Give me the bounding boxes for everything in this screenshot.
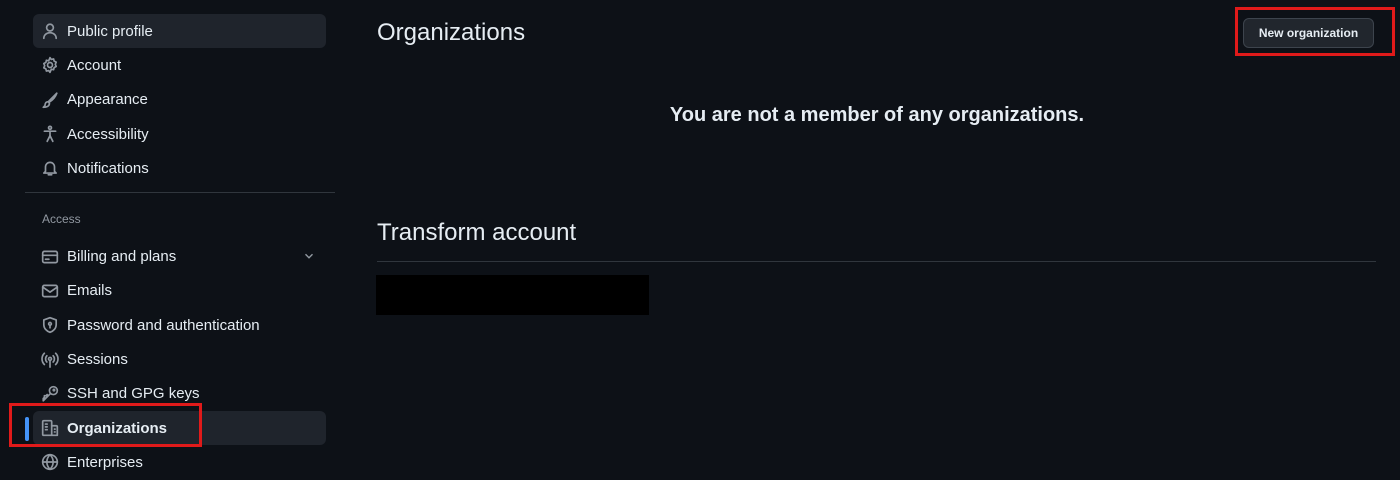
mail-icon — [41, 282, 59, 300]
sidebar-item-label: Billing and plans — [67, 248, 177, 266]
sidebar-item-emails[interactable]: Emails — [33, 274, 326, 308]
sidebar-item-accessibility[interactable]: Accessibility — [33, 117, 326, 151]
sidebar-item-billing[interactable]: Billing and plans — [33, 239, 326, 273]
paintbrush-icon — [41, 91, 59, 109]
highlight-box-organizations — [9, 403, 202, 447]
chevron-down-icon[interactable] — [302, 249, 316, 263]
broadcast-icon — [41, 351, 59, 369]
sidebar-item-password[interactable]: Password and authentication — [33, 308, 326, 342]
person-icon — [41, 22, 59, 40]
sidebar-item-appearance[interactable]: Appearance — [33, 83, 326, 117]
accessibility-icon — [41, 125, 59, 143]
sidebar-item-label: Emails — [67, 282, 113, 300]
gear-icon — [41, 56, 59, 74]
sidebar-item-account[interactable]: Account — [33, 48, 326, 82]
section-divider — [377, 261, 1376, 262]
sidebar-section-heading: Access — [42, 212, 81, 227]
globe-icon — [41, 453, 59, 471]
transform-account-title: Transform account — [377, 219, 577, 246]
sidebar-item-label: Password and authentication — [67, 316, 260, 334]
bell-icon — [41, 159, 59, 177]
sidebar-item-public-profile[interactable]: Public profile — [33, 14, 326, 49]
empty-state-message: You are not a member of any organization… — [669, 104, 1085, 126]
sidebar-item-notifications[interactable]: Notifications — [33, 151, 326, 185]
sidebar-item-label: Appearance — [67, 91, 148, 109]
page-title: Organizations — [377, 19, 526, 46]
sidebar-item-label: SSH and GPG keys — [67, 385, 200, 403]
sidebar-item-label: Enterprises — [67, 453, 143, 471]
shield-lock-icon — [41, 316, 59, 334]
redacted-content — [376, 275, 649, 315]
sidebar-divider — [25, 192, 335, 194]
credit-card-icon — [41, 248, 59, 266]
key-icon — [41, 385, 59, 403]
sidebar-item-label: Public profile — [67, 22, 153, 40]
sidebar-item-enterprises[interactable]: Enterprises — [33, 445, 326, 479]
highlight-box-new-organization — [1235, 7, 1395, 56]
sidebar-item-sessions[interactable]: Sessions — [33, 342, 326, 376]
sidebar-item-label: Sessions — [67, 351, 128, 369]
sidebar-item-label: Accessibility — [67, 125, 149, 143]
sidebar-item-label: Account — [67, 56, 122, 74]
sidebar-item-label: Notifications — [67, 159, 149, 177]
